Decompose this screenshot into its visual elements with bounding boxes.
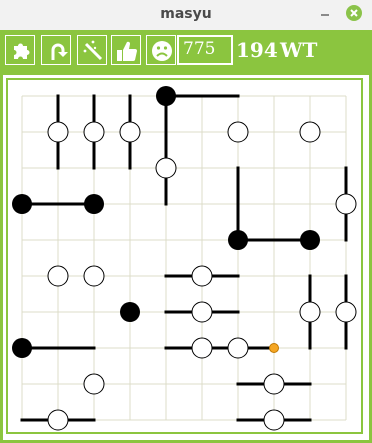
white-pearl[interactable]: [83, 121, 105, 143]
mode-label: WT: [280, 38, 318, 62]
app-frame: 775 194 WT: [0, 30, 372, 443]
title-bar: masyu: [0, 0, 372, 30]
white-pearl[interactable]: [119, 121, 141, 143]
white-pearl[interactable]: [47, 409, 69, 431]
black-pearl[interactable]: [228, 230, 248, 250]
score-field[interactable]: 775: [177, 35, 233, 65]
white-pearl[interactable]: [335, 301, 357, 323]
puzzle-icon: [14, 43, 30, 59]
give-up-button[interactable]: [146, 35, 176, 65]
white-pearl[interactable]: [155, 157, 177, 179]
white-pearl[interactable]: [227, 337, 249, 359]
check-button[interactable]: [111, 35, 141, 65]
undo-button[interactable]: [41, 35, 71, 65]
white-pearl[interactable]: [299, 121, 321, 143]
white-pearl[interactable]: [227, 121, 249, 143]
white-pearl[interactable]: [335, 193, 357, 215]
toolbar: 775 194 WT: [0, 30, 372, 70]
white-pearl[interactable]: [299, 301, 321, 323]
white-pearl[interactable]: [263, 373, 285, 395]
thumbs-up-icon: [117, 41, 137, 62]
undo-arrow-icon: [51, 43, 68, 60]
board-border: [6, 78, 363, 434]
white-pearl[interactable]: [191, 301, 213, 323]
cursor-marker: [269, 343, 279, 353]
black-pearl[interactable]: [120, 302, 140, 322]
window-title: masyu: [160, 6, 212, 22]
black-pearl[interactable]: [12, 338, 32, 358]
sad-face-icon: [152, 41, 172, 61]
new-puzzle-button[interactable]: [5, 35, 35, 65]
black-pearl[interactable]: [12, 194, 32, 214]
black-pearl[interactable]: [84, 194, 104, 214]
minimize-button[interactable]: [319, 5, 333, 23]
close-icon: [350, 9, 358, 17]
move-counter: 194: [236, 38, 278, 62]
black-pearl[interactable]: [300, 230, 320, 250]
black-pearl[interactable]: [156, 86, 176, 106]
puzzle-board[interactable]: [8, 80, 361, 432]
hint-button[interactable]: [77, 35, 107, 65]
close-button[interactable]: [346, 5, 362, 21]
white-pearl[interactable]: [83, 373, 105, 395]
white-pearl[interactable]: [47, 265, 69, 287]
white-pearl[interactable]: [191, 265, 213, 287]
board-container: [3, 75, 369, 440]
white-pearl[interactable]: [83, 265, 105, 287]
white-pearl[interactable]: [47, 121, 69, 143]
magic-wand-icon: [83, 40, 103, 61]
white-pearl[interactable]: [263, 409, 285, 431]
white-pearl[interactable]: [191, 337, 213, 359]
